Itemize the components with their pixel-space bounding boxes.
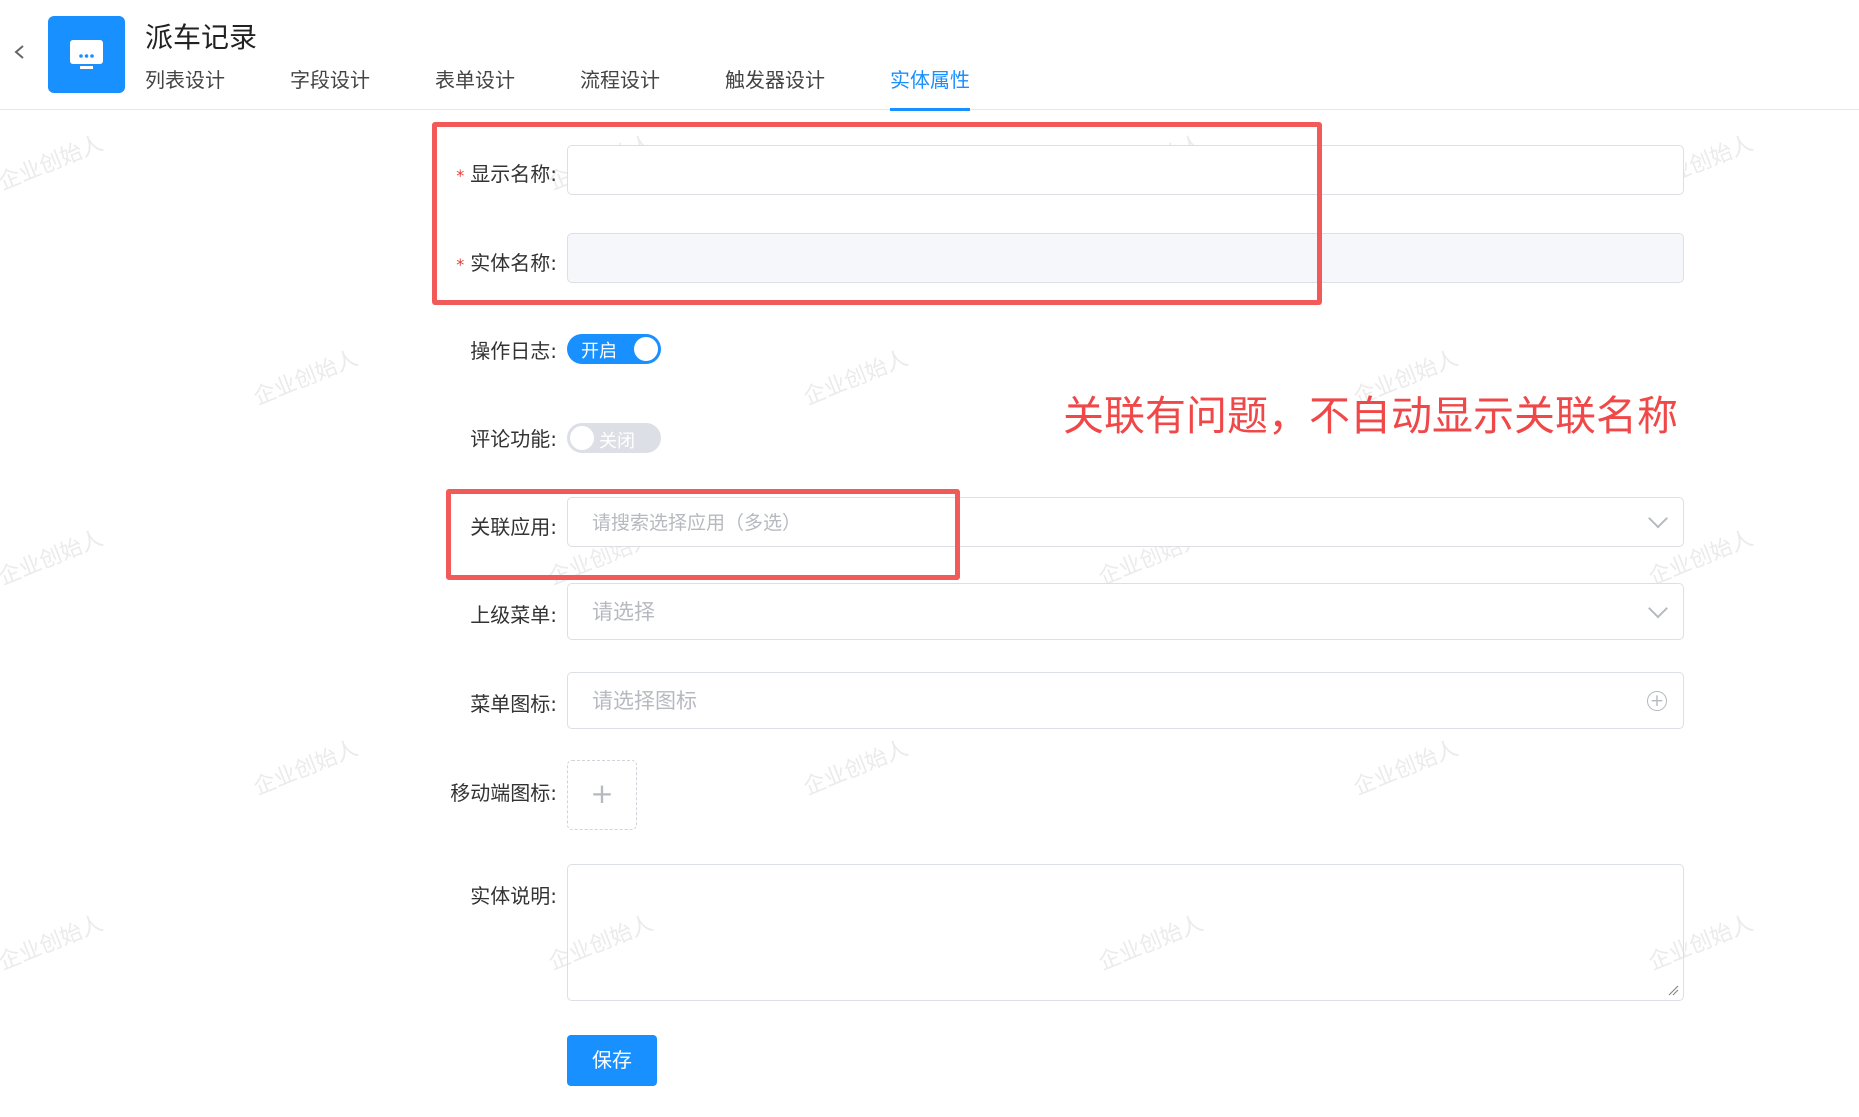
annotation-text: 关联有问题，不自动显示关联名称 — [1063, 392, 1678, 440]
description-label: 实体说明: — [470, 884, 557, 908]
parent-menu-select[interactable]: 请选择 — [567, 583, 1684, 640]
tab-field-design[interactable]: 字段设计 — [290, 64, 370, 110]
tab-list-design[interactable]: 列表设计 — [145, 64, 225, 110]
watermark: 企业创始人 — [1350, 736, 1462, 801]
switch-text: 开启 — [581, 341, 617, 362]
parent-menu-label: 上级菜单: — [470, 603, 557, 627]
menu-icon-picker[interactable]: 请选择图标 + — [567, 672, 1684, 729]
monitor-app-icon — [48, 16, 125, 93]
watermark: 企业创始人 — [250, 346, 362, 411]
menu-icon-label: 菜单图标: — [470, 692, 557, 716]
page-title: 派车记录 — [145, 21, 258, 54]
watermark: 企业创始人 — [0, 911, 107, 976]
tab-bar: 列表设计 字段设计 表单设计 流程设计 触发器设计 实体属性 — [145, 64, 970, 111]
operation-log-switch[interactable]: 开启 — [567, 334, 661, 364]
tab-entity-properties[interactable]: 实体属性 — [890, 64, 970, 111]
tab-trigger-design[interactable]: 触发器设计 — [725, 64, 825, 110]
annotation-box-names — [432, 122, 1322, 305]
switch-knob — [634, 337, 658, 361]
tab-flow-design[interactable]: 流程设计 — [580, 64, 660, 110]
resize-handle-icon[interactable] — [1667, 984, 1679, 996]
mobile-icon-label: 移动端图标: — [450, 781, 557, 805]
watermark: 企业创始人 — [800, 736, 912, 801]
mobile-icon-upload[interactable]: + — [567, 760, 637, 830]
switch-text: 关闭 — [599, 431, 635, 452]
watermark: 企业创始人 — [0, 131, 107, 196]
description-textarea[interactable] — [567, 864, 1684, 1001]
switch-knob — [570, 426, 594, 450]
watermark: 企业创始人 — [0, 526, 107, 591]
comment-label: 评论功能: — [470, 427, 557, 451]
comment-switch[interactable]: 关闭 — [567, 423, 661, 453]
page-header: 派车记录 列表设计 字段设计 表单设计 流程设计 触发器设计 实体属性 — [0, 0, 1859, 111]
chevron-left-icon[interactable] — [12, 40, 32, 68]
chevron-down-icon — [1648, 598, 1668, 618]
parent-menu-placeholder: 请选择 — [592, 600, 655, 624]
tab-form-design[interactable]: 表单设计 — [435, 64, 515, 110]
chevron-down-icon — [1648, 508, 1668, 529]
add-circle-icon[interactable]: + — [1647, 690, 1667, 711]
annotation-box-related-apps — [446, 489, 960, 580]
menu-icon-placeholder: 请选择图标 — [592, 689, 697, 713]
watermark: 企业创始人 — [800, 346, 912, 411]
watermark: 企业创始人 — [250, 736, 362, 801]
save-button[interactable]: 保存 — [567, 1035, 657, 1086]
operation-log-label: 操作日志: — [470, 339, 557, 363]
